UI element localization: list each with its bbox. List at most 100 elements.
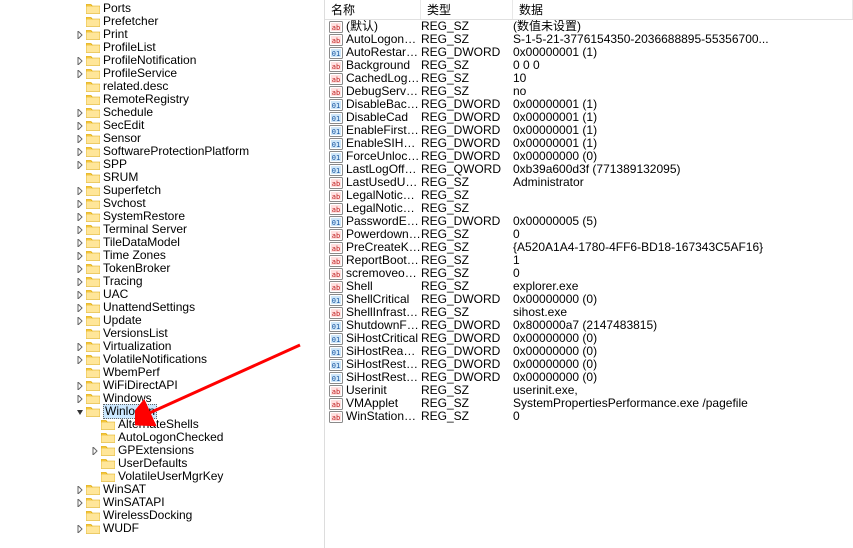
list-row[interactable]: 01LastLogOffEndT...REG_QWORD0xb39a600d3f… bbox=[325, 163, 853, 176]
expander-icon[interactable] bbox=[75, 251, 85, 261]
tree-item[interactable]: UnattendSettings bbox=[0, 301, 324, 314]
column-header-name[interactable]: 名称 bbox=[325, 0, 421, 19]
tree-item[interactable]: SRUM bbox=[0, 171, 324, 184]
tree-item[interactable]: SoftwareProtectionPlatform bbox=[0, 145, 324, 158]
tree-item[interactable]: WirelessDocking bbox=[0, 509, 324, 522]
tree-item[interactable]: Tracing bbox=[0, 275, 324, 288]
value-name: Shell bbox=[346, 280, 373, 293]
tree-item[interactable]: Superfetch bbox=[0, 184, 324, 197]
column-header-type[interactable]: 类型 bbox=[421, 0, 513, 19]
list-row[interactable]: 01ForceUnlockLo...REG_DWORD0x00000000 (0… bbox=[325, 150, 853, 163]
expander-icon[interactable] bbox=[75, 498, 85, 508]
expander-icon[interactable] bbox=[75, 238, 85, 248]
folder-icon bbox=[101, 432, 115, 443]
expander-icon[interactable] bbox=[75, 199, 85, 209]
expander-icon[interactable] bbox=[75, 134, 85, 144]
list-row[interactable]: 01DisableBackBut...REG_DWORD0x00000001 (… bbox=[325, 98, 853, 111]
expander-icon[interactable] bbox=[75, 407, 85, 417]
folder-icon bbox=[86, 497, 100, 508]
expander-icon[interactable] bbox=[75, 160, 85, 170]
tree-item[interactable]: Windows bbox=[0, 392, 324, 405]
folder-icon bbox=[86, 302, 100, 313]
list-row[interactable]: 01AutoRestartShellREG_DWORD0x00000001 (1… bbox=[325, 46, 853, 59]
list-row[interactable]: abShellInfrastruct...REG_SZsihost.exe bbox=[325, 306, 853, 319]
tree-item[interactable]: VolatileNotifications bbox=[0, 353, 324, 366]
list-row[interactable]: abLegalNoticeTextREG_SZ bbox=[325, 202, 853, 215]
list-row[interactable]: abShellREG_SZexplorer.exe bbox=[325, 280, 853, 293]
expander-icon[interactable] bbox=[75, 355, 85, 365]
tree-item[interactable]: WiFiDirectAPI bbox=[0, 379, 324, 392]
list-row[interactable]: 01ShutdownFlagsREG_DWORD0x800000a7 (2147… bbox=[325, 319, 853, 332]
list-row[interactable]: abCachedLogons...REG_SZ10 bbox=[325, 72, 853, 85]
list-row[interactable]: 01EnableFirstLogo...REG_DWORD0x00000001 … bbox=[325, 124, 853, 137]
tree-item[interactable]: SecEdit bbox=[0, 119, 324, 132]
list-row[interactable]: 01EnableSIHostIn...REG_DWORD0x00000001 (… bbox=[325, 137, 853, 150]
expander-icon[interactable] bbox=[75, 394, 85, 404]
list-row[interactable]: abDebugServerCo...REG_SZno bbox=[325, 85, 853, 98]
list-body[interactable]: ab(默认)REG_SZ(数值未设置)abAutoLogonSIDREG_SZS… bbox=[325, 20, 853, 548]
expander-icon[interactable] bbox=[75, 485, 85, 495]
list-row[interactable]: abVMAppletREG_SZSystemPropertiesPerforma… bbox=[325, 397, 853, 410]
value-name: Userinit bbox=[346, 384, 387, 397]
expander-icon[interactable] bbox=[75, 303, 85, 313]
expander-icon[interactable] bbox=[75, 56, 85, 66]
binary-value-icon: 01 bbox=[329, 164, 343, 176]
tree-item[interactable]: TokenBroker bbox=[0, 262, 324, 275]
value-type: REG_SZ bbox=[421, 189, 513, 202]
list-row[interactable]: abReportBootOkREG_SZ1 bbox=[325, 254, 853, 267]
list-row[interactable]: 01ShellCriticalREG_DWORD0x00000000 (0) bbox=[325, 293, 853, 306]
expander-icon[interactable] bbox=[75, 524, 85, 534]
list-row[interactable]: ab(默认)REG_SZ(数值未设置) bbox=[325, 20, 853, 33]
expander-icon[interactable] bbox=[75, 108, 85, 118]
list-row[interactable]: abLegalNoticeCap...REG_SZ bbox=[325, 189, 853, 202]
list-row[interactable]: abBackgroundREG_SZ0 0 0 bbox=[325, 59, 853, 72]
expander-icon[interactable] bbox=[75, 69, 85, 79]
tree-item[interactable]: Ports bbox=[0, 2, 324, 15]
expander-icon[interactable] bbox=[75, 121, 85, 131]
list-row[interactable]: 01SiHostRestartC...REG_DWORD0x00000000 (… bbox=[325, 358, 853, 371]
expander-icon[interactable] bbox=[75, 381, 85, 391]
value-name: LastUsedUsern... bbox=[346, 176, 421, 189]
expander-icon[interactable] bbox=[75, 264, 85, 274]
list-row[interactable]: abWinStationsDis...REG_SZ0 bbox=[325, 410, 853, 423]
list-row[interactable]: abLastUsedUsern...REG_SZAdministrator bbox=[325, 176, 853, 189]
expander-icon[interactable] bbox=[75, 316, 85, 326]
list-row[interactable]: 01DisableCadREG_DWORD0x00000001 (1) bbox=[325, 111, 853, 124]
expander-icon[interactable] bbox=[90, 446, 100, 456]
list-row[interactable]: abAutoLogonSIDREG_SZS-1-5-21-3776154350-… bbox=[325, 33, 853, 46]
string-value-icon: ab bbox=[329, 307, 343, 319]
expander-icon[interactable] bbox=[75, 186, 85, 196]
value-data: 0x00000000 (0) bbox=[513, 332, 853, 345]
list-row[interactable]: abUserinitREG_SZuserinit.exe, bbox=[325, 384, 853, 397]
tree-item[interactable]: Print bbox=[0, 28, 324, 41]
expander-icon[interactable] bbox=[75, 290, 85, 300]
list-header: 名称 类型 数据 bbox=[325, 0, 853, 20]
svg-text:ab: ab bbox=[332, 310, 340, 318]
expander-icon[interactable] bbox=[75, 277, 85, 287]
expander-icon bbox=[75, 82, 85, 92]
list-row[interactable]: abPreCreateKnow...REG_SZ{A520A1A4-1780-4… bbox=[325, 241, 853, 254]
value-name: ShutdownFlags bbox=[346, 319, 421, 332]
expander-icon[interactable] bbox=[75, 30, 85, 40]
tree-item-label: WUDF bbox=[103, 522, 139, 535]
value-type: REG_SZ bbox=[421, 267, 513, 280]
value-data: explorer.exe bbox=[513, 280, 853, 293]
list-row[interactable]: 01PasswordExpiry...REG_DWORD0x00000005 (… bbox=[325, 215, 853, 228]
tree-item[interactable]: WUDF bbox=[0, 522, 324, 535]
tree-item[interactable]: SPP bbox=[0, 158, 324, 171]
list-row[interactable]: 01SiHostCriticalREG_DWORD0x00000000 (0) bbox=[325, 332, 853, 345]
expander-icon[interactable] bbox=[75, 225, 85, 235]
tree-item[interactable]: VolatileUserMgrKey bbox=[0, 470, 324, 483]
expander-icon[interactable] bbox=[75, 212, 85, 222]
list-row[interactable]: 01SiHostReadyTi...REG_DWORD0x00000000 (0… bbox=[325, 345, 853, 358]
list-row[interactable]: abscremoveoptionREG_SZ0 bbox=[325, 267, 853, 280]
tree-item[interactable]: RemoteRegistry bbox=[0, 93, 324, 106]
column-header-data[interactable]: 数据 bbox=[513, 0, 853, 19]
expander-icon[interactable] bbox=[75, 342, 85, 352]
tree-pane[interactable]: PortsPrefetcherPrintProfileListProfileNo… bbox=[0, 0, 325, 548]
tree-item[interactable]: Prefetcher bbox=[0, 15, 324, 28]
list-row[interactable]: 01SiHostRestartTi...REG_DWORD0x00000000 … bbox=[325, 371, 853, 384]
list-row[interactable]: abPowerdownAfte...REG_SZ0 bbox=[325, 228, 853, 241]
expander-icon[interactable] bbox=[75, 147, 85, 157]
tree-item[interactable]: Schedule bbox=[0, 106, 324, 119]
